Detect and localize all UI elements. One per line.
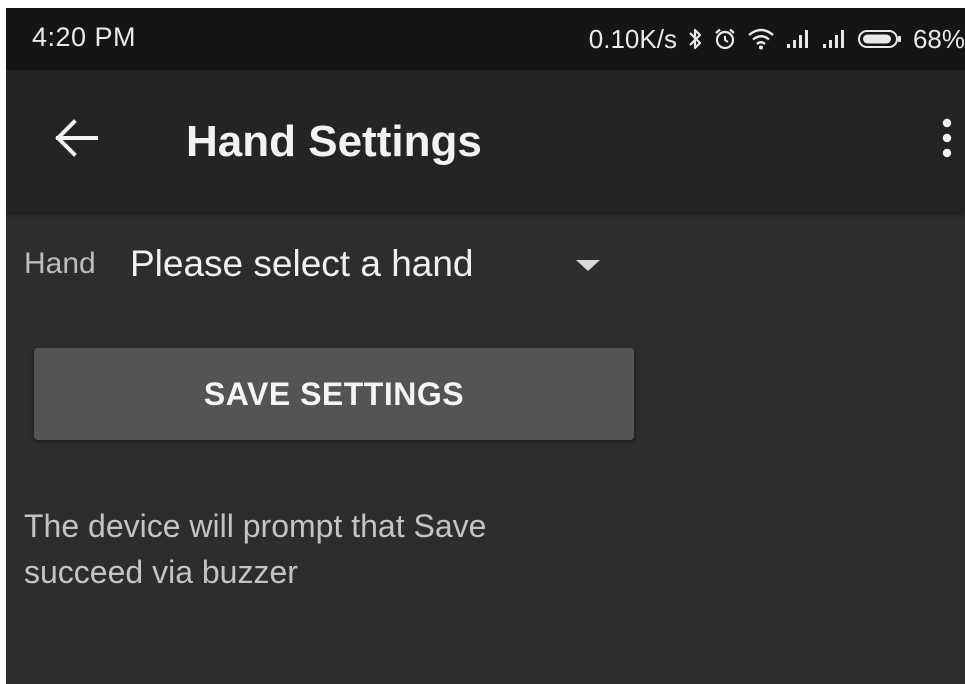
back-button[interactable] xyxy=(46,110,106,170)
app-bar: Hand Settings xyxy=(6,70,965,212)
save-settings-button[interactable]: SAVE SETTINGS xyxy=(34,348,634,440)
battery-icon xyxy=(857,28,903,50)
hand-dropdown[interactable]: Please select a hand xyxy=(130,240,610,288)
status-indicators: 0.10K/s 68% xyxy=(589,22,965,56)
save-info-text: The device will prompt that Save succeed… xyxy=(24,508,487,590)
status-time: 4:20 PM xyxy=(32,22,137,52)
more-vert-icon xyxy=(941,118,953,163)
battery-percent: 68% xyxy=(912,23,965,54)
dropdown-arrow-icon xyxy=(576,259,600,277)
save-settings-label: SAVE SETTINGS xyxy=(203,375,465,412)
hand-label: Hand xyxy=(24,247,96,280)
page-title: Hand Settings xyxy=(186,117,482,166)
hand-dropdown-value: Please select a hand xyxy=(130,243,474,284)
alarm-icon xyxy=(713,27,737,51)
network-speed: 0.10K/s xyxy=(588,23,677,54)
bluetooth-icon xyxy=(687,27,703,51)
signal-icon xyxy=(821,28,847,50)
hand-setting-row: Hand Please select a hand xyxy=(24,242,600,286)
more-options-button[interactable] xyxy=(929,115,965,165)
wifi-icon xyxy=(747,28,775,50)
signal-icon xyxy=(785,28,811,50)
app-screen: 4:20 PM 0.10K/s 68% Hand Settings Hand P… xyxy=(6,8,965,684)
back-arrow-icon xyxy=(54,118,98,163)
status-bar: 4:20 PM 0.10K/s 68% xyxy=(6,8,965,70)
